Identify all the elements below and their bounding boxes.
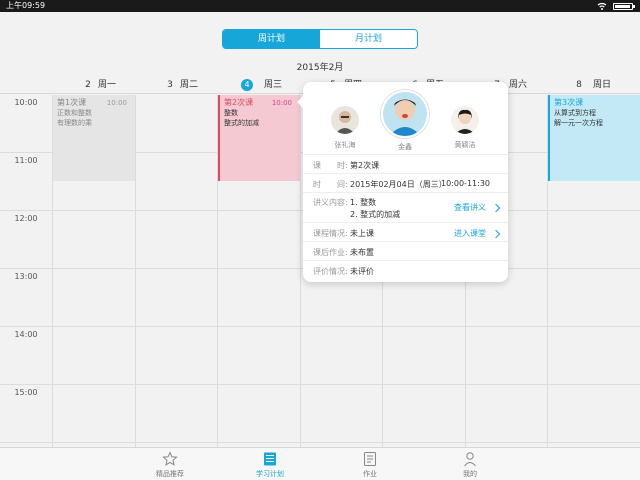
teacher-name: 张礼海 [334, 141, 356, 149]
teacher-avatar-selected[interactable] [381, 90, 429, 138]
chevron-right-icon [491, 203, 501, 213]
row-time-range: 10:00-11:30 [441, 179, 490, 188]
hour-label: 12:00 [14, 214, 38, 223]
grid-line [0, 384, 640, 385]
tab-mine[interactable]: 我的 [440, 451, 500, 480]
row-content: 讲义内容: 1. 整数 2. 整式的加减 查看讲义 [303, 192, 508, 222]
row-label: 讲义内容: [313, 198, 348, 207]
hour-label: 15:00 [14, 388, 38, 397]
tab-label: 作业 [363, 470, 377, 478]
day-header-tue[interactable]: 3 周二 [164, 78, 246, 92]
event-topic: 整数 [224, 109, 238, 117]
row-value: 未布置 [350, 248, 374, 257]
lesson-event-2[interactable]: 第2次课 10:00 整数 整式的加减 [218, 95, 300, 181]
event-time: 10:00 [271, 99, 292, 107]
event-topic: 有理数的乘 [57, 119, 92, 127]
event-title: 第3次课 [554, 98, 584, 107]
star-icon [162, 451, 178, 466]
grid-line [0, 442, 640, 443]
day-header-mon[interactable]: 2 周一 [82, 78, 164, 92]
bottom-tab-bar: 精品推荐 学习计划 作业 我的 [0, 447, 640, 480]
lesson-event-3[interactable]: 第3次课 从算式到方程 解一元一次方程 [548, 95, 640, 181]
battery-icon [613, 3, 635, 10]
row-homework: 课后作业: 未布置 [303, 241, 508, 260]
today-indicator: 4 [241, 79, 253, 91]
person-icon [464, 452, 476, 467]
content-item: 2. 整式的加减 [350, 210, 401, 219]
hour-label: 10:00 [14, 98, 38, 107]
popover-arrow [297, 96, 303, 108]
tab-month-plan[interactable]: 月计划 [320, 30, 417, 48]
lesson-detail-popover: 张礼海 金鑫 黄颖洁 课 时: 第2次课 时 间: 2015年02月04日（周三… [297, 82, 508, 282]
row-label: 课程情况: [313, 229, 348, 238]
teacher-avatar[interactable] [331, 106, 359, 134]
status-time: 上午09:59 [6, 1, 46, 10]
wifi-icon [597, 0, 607, 12]
status-bar: 上午09:59 [0, 0, 640, 12]
teacher-name: 金鑫 [398, 143, 412, 151]
row-value: 2015年02月04日（周三） [350, 180, 447, 189]
hour-label: 13:00 [14, 272, 38, 281]
teacher-avatar[interactable] [451, 106, 479, 134]
tab-label: 精品推荐 [156, 470, 184, 478]
hour-label: 11:00 [14, 156, 38, 165]
teacher-name: 黄颖洁 [454, 141, 476, 149]
plan-segmented-control: 周计划 月计划 [222, 29, 418, 49]
hour-label: 14:00 [14, 330, 38, 339]
grid-divider [300, 95, 301, 447]
grid-divider [135, 95, 136, 447]
event-topic: 整式的加减 [224, 119, 259, 127]
row-value: 未评价 [350, 267, 374, 276]
enter-classroom-link[interactable]: 进入课堂 [454, 228, 486, 239]
row-label: 课 时: [313, 161, 348, 170]
view-handout-link[interactable]: 查看讲义 [454, 202, 486, 213]
homework-icon [364, 452, 376, 466]
event-topic: 解一元一次方程 [554, 119, 603, 127]
content-item: 1. 整数 [350, 198, 377, 207]
month-title: 2015年2月 [296, 63, 344, 73]
row-label: 时 间: [313, 180, 348, 189]
plan-icon [264, 452, 276, 466]
event-topic: 从算式到方程 [554, 109, 596, 117]
lesson-event-1[interactable]: 第1次课 10:00 正数和整数 有理数的乘 [53, 95, 135, 181]
row-value: 未上课 [350, 229, 374, 238]
grid-line [0, 326, 640, 327]
day-header-sun[interactable]: 8 周日 [573, 78, 640, 92]
tab-label: 我的 [463, 470, 477, 478]
row-label: 评价情况: [313, 267, 348, 276]
row-time: 时 间: 2015年02月04日（周三） 10:00-11:30 [303, 173, 508, 192]
event-time: 10:00 [106, 99, 127, 107]
row-label: 课后作业: [313, 248, 348, 257]
row-lesson: 课 时: 第2次课 [303, 154, 508, 173]
event-topic: 正数和整数 [57, 109, 92, 117]
chevron-right-icon [491, 229, 501, 239]
row-value: 第2次课 [350, 161, 380, 170]
tab-study-plan[interactable]: 学习计划 [240, 451, 300, 480]
row-status: 课程情况: 未上课 进入课堂 [303, 222, 508, 241]
row-review: 评价情况: 未评价 [303, 260, 508, 280]
tab-week-plan[interactable]: 周计划 [223, 30, 320, 48]
tab-recommended[interactable]: 精品推荐 [140, 451, 200, 480]
tab-homework[interactable]: 作业 [340, 451, 400, 480]
tab-label: 学习计划 [256, 470, 284, 478]
